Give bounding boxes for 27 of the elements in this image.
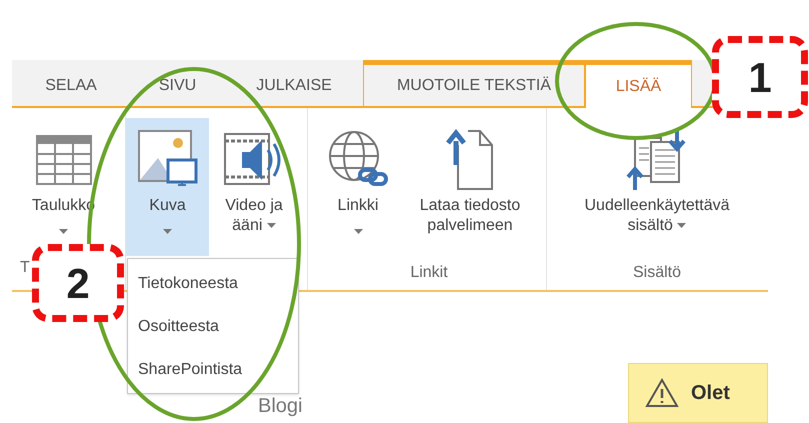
menu-item[interactable]: SharePointista <box>128 359 298 381</box>
ribbon-button[interactable]: Linkki <box>318 118 398 248</box>
callout-number: 1 <box>712 36 808 118</box>
callout-number: 2 <box>32 244 124 322</box>
ribbon-tab[interactable]: SIVU <box>130 60 225 106</box>
ribbon-button[interactable]: Uudelleenkäytettävä sisältö <box>553 118 761 248</box>
caret-icon <box>677 223 686 228</box>
notice-text: Olet <box>691 381 730 406</box>
caret-icon <box>59 229 68 234</box>
group-label: T <box>19 258 31 278</box>
table-icon <box>36 135 92 185</box>
group-label: Linkit <box>410 263 448 283</box>
ribbon-tab[interactable]: LISÄÄ <box>585 60 692 108</box>
ribbon-button[interactable]: Video ja ääni <box>211 118 297 248</box>
caret-icon <box>266 223 276 228</box>
warning-icon <box>645 378 679 408</box>
ribbon-tab[interactable]: SELAA <box>12 60 130 106</box>
ribbon-button[interactable]: Lataa tiedosto palvelimeen <box>400 118 540 248</box>
ribbon-button[interactable]: Kuva <box>126 118 209 256</box>
menu-item[interactable]: Osoitteesta <box>128 316 298 338</box>
page-heading: Blogi <box>258 396 302 419</box>
menu-item[interactable]: Tietokoneesta <box>128 273 298 295</box>
upload-document-icon <box>446 129 494 191</box>
caret-icon <box>354 229 362 234</box>
group-label: Sisältö <box>632 263 682 283</box>
ribbon-tab[interactable]: JULKAISE <box>225 60 363 106</box>
caret-icon <box>163 229 172 234</box>
